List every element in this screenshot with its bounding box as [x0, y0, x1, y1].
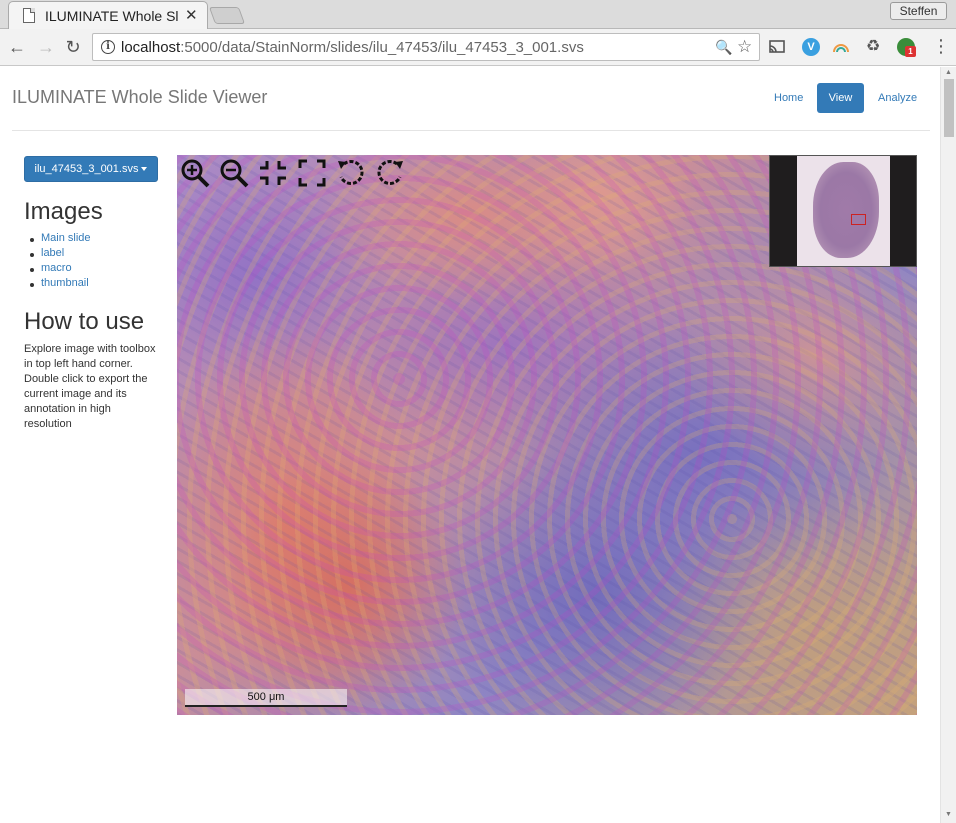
divider — [12, 130, 930, 131]
list-item: thumbnail — [24, 277, 91, 292]
menu-icon[interactable]: ⋮ — [932, 37, 950, 55]
caret-down-icon — [141, 167, 148, 172]
tab-title: ILUMINATE Whole Sl — [45, 8, 179, 24]
slide-viewer[interactable]: 500 μm — [177, 155, 917, 715]
rotate-right-icon[interactable] — [374, 157, 406, 189]
navigator-minimap[interactable] — [769, 155, 917, 267]
new-tab-button[interactable] — [208, 7, 246, 24]
scale-bar: 500 μm — [185, 689, 347, 707]
home-icon[interactable] — [257, 157, 289, 189]
nav-view[interactable]: View — [817, 83, 864, 113]
browser-tab-strip: ILUMINATE Whole Sl ✕ Steffen — [0, 0, 956, 29]
howto-heading: How to use — [24, 308, 145, 335]
slide-select-label: ilu_47453_3_001.svs — [34, 163, 139, 175]
scrollbar-thumb[interactable] — [944, 79, 954, 137]
extension-icon-blue[interactable]: V — [802, 38, 820, 56]
page-icon — [23, 8, 35, 23]
slide-select-dropdown[interactable]: ilu_47453_3_001.svs — [24, 156, 158, 182]
extension-icon-rainbow[interactable] — [832, 38, 850, 56]
browser-toolbar: ← → ↻ i localhost:5000/data/StainNorm/sl… — [0, 29, 956, 66]
nav-home[interactable]: Home — [765, 83, 812, 113]
zoom-in-icon[interactable] — [179, 157, 211, 189]
page-scrollbar[interactable]: ▲ ▼ — [940, 67, 956, 823]
cast-icon[interactable] — [768, 38, 786, 56]
browser-tab[interactable]: ILUMINATE Whole Sl ✕ — [8, 1, 208, 29]
extension-icon-green[interactable]: 1 — [897, 38, 916, 57]
navigator-slide — [797, 156, 890, 266]
zoom-out-icon[interactable] — [218, 157, 250, 189]
back-icon[interactable]: ← — [7, 37, 27, 57]
navigator-viewport-box[interactable] — [851, 214, 866, 225]
list-item: Main slide — [24, 232, 91, 247]
link-macro[interactable]: macro — [41, 262, 72, 274]
fullscreen-icon[interactable] — [296, 157, 328, 189]
images-heading: Images — [24, 198, 103, 225]
recycle-icon[interactable]: ♻ — [864, 38, 882, 56]
zoom-icon[interactable]: 🔍 — [715, 39, 732, 56]
link-label[interactable]: label — [41, 247, 64, 259]
link-main-slide[interactable]: Main slide — [41, 232, 91, 244]
url-text[interactable]: localhost:5000/data/StainNorm/slides/ilu… — [121, 39, 584, 56]
nav-analyze[interactable]: Analyze — [869, 83, 926, 113]
page: ILUMINATE Whole Slide Viewer Home View A… — [0, 67, 940, 823]
forward-icon[interactable]: → — [36, 37, 56, 57]
reload-icon[interactable]: ↻ — [63, 37, 83, 57]
images-list: Main slide label macro thumbnail — [24, 232, 91, 292]
list-item: label — [24, 247, 91, 262]
page-title[interactable]: ILUMINATE Whole Slide Viewer — [12, 87, 267, 108]
howto-text: Explore image with toolbox in top left h… — [24, 343, 156, 430]
rotate-left-icon[interactable] — [335, 157, 367, 189]
star-icon[interactable]: ☆ — [737, 37, 752, 57]
close-icon[interactable]: ✕ — [185, 6, 198, 24]
profile-button[interactable]: Steffen — [890, 2, 947, 20]
scroll-down-icon[interactable]: ▼ — [945, 811, 952, 818]
scroll-up-icon[interactable]: ▲ — [945, 69, 952, 76]
list-item: macro — [24, 262, 91, 277]
address-bar[interactable]: i localhost:5000/data/StainNorm/slides/i… — [92, 33, 760, 61]
navigator-tissue — [813, 162, 879, 258]
info-icon[interactable]: i — [101, 40, 115, 54]
link-thumbnail[interactable]: thumbnail — [41, 277, 89, 289]
